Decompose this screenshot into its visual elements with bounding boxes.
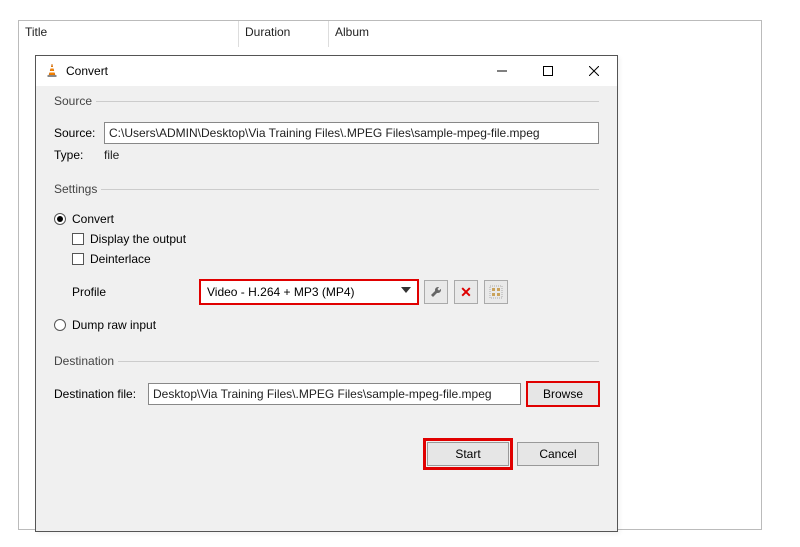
wrench-icon xyxy=(429,285,443,299)
new-profile-button[interactable] xyxy=(484,280,508,304)
close-icon: ✕ xyxy=(460,284,472,301)
display-output-label: Display the output xyxy=(90,232,186,246)
col-album[interactable]: Album xyxy=(329,21,761,47)
cancel-button[interactable]: Cancel xyxy=(517,442,599,466)
profile-select[interactable]: Video - H.264 + MP3 (MP4) xyxy=(200,280,418,304)
chevron-down-icon xyxy=(401,287,411,293)
convert-radio-label: Convert xyxy=(72,212,114,226)
delete-profile-button[interactable]: ✕ xyxy=(454,280,478,304)
dump-raw-label: Dump raw input xyxy=(72,318,156,332)
destination-label: Destination file: xyxy=(54,387,148,401)
col-title[interactable]: Title xyxy=(19,21,239,47)
titlebar: Convert xyxy=(36,56,617,86)
convert-radio[interactable]: Convert xyxy=(54,212,599,226)
checkbox-icon xyxy=(72,253,84,265)
profile-label: Profile xyxy=(72,285,200,299)
vlc-icon xyxy=(44,63,60,79)
convert-dialog: Convert Source Source: Type: file Settin… xyxy=(35,55,618,532)
maximize-button[interactable] xyxy=(525,56,571,86)
col-duration[interactable]: Duration xyxy=(239,21,329,47)
table-header-row: Title Duration Album xyxy=(19,21,761,47)
destination-group: Destination Destination file: Browse xyxy=(54,354,599,412)
radio-icon xyxy=(54,213,66,225)
source-label: Source: xyxy=(54,126,104,140)
browse-button[interactable]: Browse xyxy=(527,382,599,406)
destination-input[interactable] xyxy=(148,383,521,405)
display-output-checkbox[interactable]: Display the output xyxy=(72,232,599,246)
type-value: file xyxy=(104,148,119,162)
profile-value: Video - H.264 + MP3 (MP4) xyxy=(207,285,355,299)
settings-group: Settings Convert Display the output Dein… xyxy=(54,182,599,344)
radio-icon xyxy=(54,319,66,331)
source-legend: Source xyxy=(54,94,96,108)
source-group: Source Source: Type: file xyxy=(54,94,599,172)
type-label: Type: xyxy=(54,148,104,162)
close-button[interactable] xyxy=(571,56,617,86)
dump-raw-radio[interactable]: Dump raw input xyxy=(54,318,599,332)
dialog-title: Convert xyxy=(66,64,108,78)
start-button[interactable]: Start xyxy=(427,442,509,466)
new-profile-icon xyxy=(489,285,503,299)
deinterlace-checkbox[interactable]: Deinterlace xyxy=(72,252,599,266)
checkbox-icon xyxy=(72,233,84,245)
edit-profile-button[interactable] xyxy=(424,280,448,304)
settings-legend: Settings xyxy=(54,182,101,196)
destination-legend: Destination xyxy=(54,354,118,368)
deinterlace-label: Deinterlace xyxy=(90,252,151,266)
source-input[interactable] xyxy=(104,122,599,144)
minimize-button[interactable] xyxy=(479,56,525,86)
